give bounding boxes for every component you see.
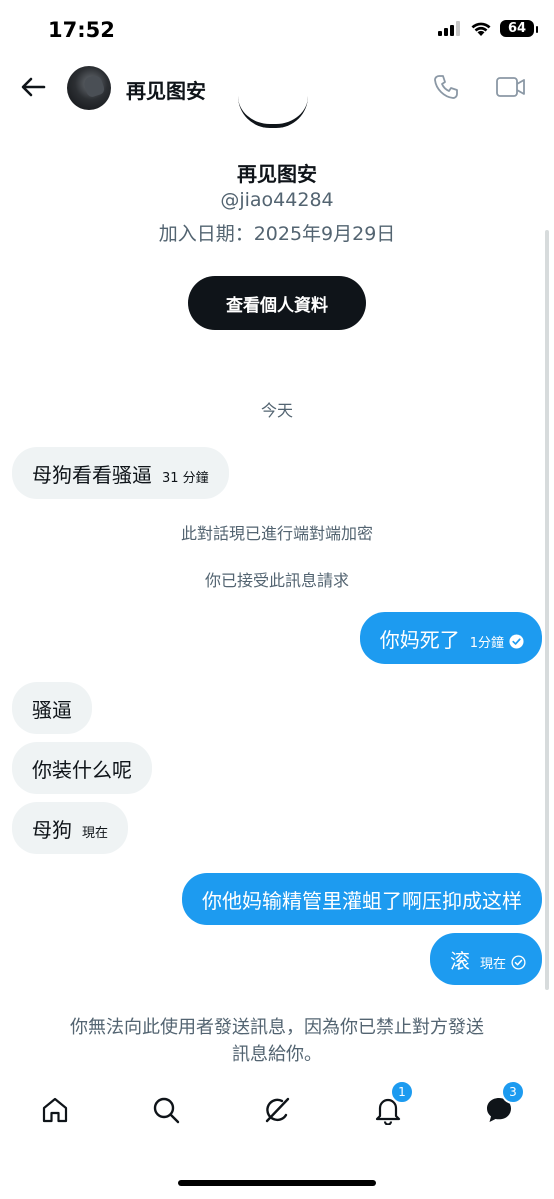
profile-name: 再见图安 — [237, 162, 317, 186]
message-text: 母狗看看骚逼 — [32, 462, 152, 487]
message-text: 滚 — [449, 948, 470, 973]
status-time: 17:52 — [48, 18, 115, 42]
message-time: 現在 — [479, 956, 506, 972]
tab-messages[interactable]: 3 — [479, 1080, 525, 1130]
message-time: 31 分鐘 — [162, 470, 209, 486]
scrollbar[interactable] — [545, 230, 549, 990]
tab-grok[interactable] — [257, 1090, 297, 1130]
avatar[interactable] — [67, 66, 111, 110]
encryption-notice: 此對話現已進行端對端加密 — [180, 524, 373, 543]
message-text: 你装什么呢 — [32, 757, 132, 782]
signal-icon — [438, 21, 460, 36]
tab-home[interactable] — [35, 1090, 75, 1130]
video-call-button[interactable] — [495, 74, 527, 104]
grok-icon — [265, 1097, 290, 1123]
message-outgoing[interactable]: 你他妈输精管里灌蛆了啊压抑成这样 — [182, 873, 542, 925]
call-button[interactable] — [432, 73, 460, 105]
message-incoming[interactable]: 骚逼 — [12, 682, 92, 734]
profile-handle: @jiao44284 — [220, 189, 334, 211]
back-button[interactable] — [18, 72, 48, 102]
message-incoming[interactable]: 母狗 現在 — [12, 802, 129, 854]
profile-avatar-edge — [238, 96, 308, 128]
status-icons: 64 — [438, 20, 538, 37]
tab-notifications[interactable]: 1 — [368, 1080, 414, 1130]
day-separator: 今天 — [260, 401, 293, 420]
messages-badge: 3 — [501, 1080, 525, 1104]
notifications-badge: 1 — [390, 1080, 414, 1104]
home-icon — [42, 1097, 68, 1123]
blocked-notice: 你無法向此使用者發送訊息，因為你已禁止對方發送 訊息給你。 — [20, 1014, 534, 1068]
message-text: 你妈死了 — [379, 627, 460, 652]
blocked-notice-line: 你無法向此使用者發送訊息，因為你已禁止對方發送 — [70, 1017, 484, 1038]
back-arrow-icon — [21, 77, 46, 97]
sent-check-icon — [511, 954, 526, 970]
message-meta: 1分鐘 — [470, 632, 524, 651]
read-check-icon — [509, 633, 524, 649]
bottom-tab-bar: 1 3 — [0, 1080, 554, 1150]
view-profile-button[interactable]: 查看個人資料 — [188, 276, 366, 330]
message-time: 現在 — [82, 825, 109, 841]
message-meta: 現在 — [480, 953, 526, 972]
message-text: 母狗 — [32, 817, 72, 842]
request-accepted-notice: 你已接受此訊息請求 — [204, 571, 349, 590]
tab-search[interactable] — [146, 1090, 186, 1130]
message-text: 你他妈输精管里灌蛆了啊压抑成这样 — [202, 888, 522, 913]
header-title[interactable]: 再见图安 — [126, 75, 206, 104]
home-indicator — [178, 1180, 376, 1186]
message-incoming[interactable]: 母狗看看骚逼 31 分鐘 — [12, 447, 229, 499]
phone-icon — [434, 75, 458, 99]
profile-joined-date: 加入日期：2025年9月29日 — [158, 223, 396, 245]
video-icon — [496, 77, 525, 97]
message-text: 骚逼 — [32, 697, 72, 722]
message-incoming[interactable]: 你装什么呢 — [12, 742, 152, 794]
message-outgoing[interactable]: 你妈死了 1分鐘 — [359, 612, 542, 664]
blocked-notice-line: 訊息給你。 — [232, 1044, 322, 1065]
battery-indicator: 64 — [500, 20, 538, 37]
search-icon — [153, 1097, 180, 1124]
message-outgoing[interactable]: 滚 現在 — [429, 933, 542, 985]
message-time: 1分鐘 — [469, 635, 504, 651]
wifi-icon — [471, 22, 491, 36]
